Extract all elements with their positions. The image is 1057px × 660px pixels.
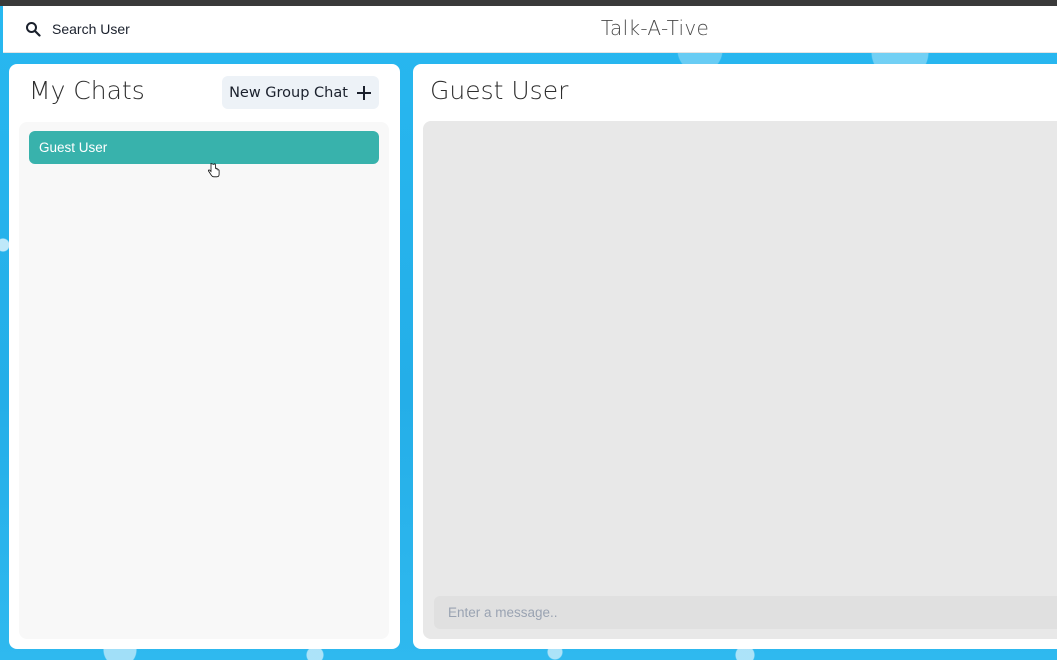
new-group-chat-label: New Group Chat xyxy=(229,84,348,101)
app-title: Talk-A-Tive xyxy=(600,16,710,40)
messages-area xyxy=(423,121,1057,639)
chat-item-name: Guest User xyxy=(39,140,108,155)
my-chats-title: My Chats xyxy=(29,76,145,105)
new-group-chat-button[interactable]: New Group Chat xyxy=(222,76,379,109)
hand-cursor-icon xyxy=(208,162,220,178)
chat-title: Guest User xyxy=(430,76,569,105)
my-chats-panel: My Chats New Group Chat Guest User xyxy=(9,64,400,649)
top-bar: Search User Talk-A-Tive xyxy=(3,6,1057,53)
chat-list-item[interactable]: Guest User xyxy=(29,131,379,164)
message-input[interactable] xyxy=(434,596,1057,629)
chat-panel: Guest User xyxy=(413,64,1057,649)
plus-icon xyxy=(356,85,371,100)
chat-list: Guest User xyxy=(19,122,389,639)
